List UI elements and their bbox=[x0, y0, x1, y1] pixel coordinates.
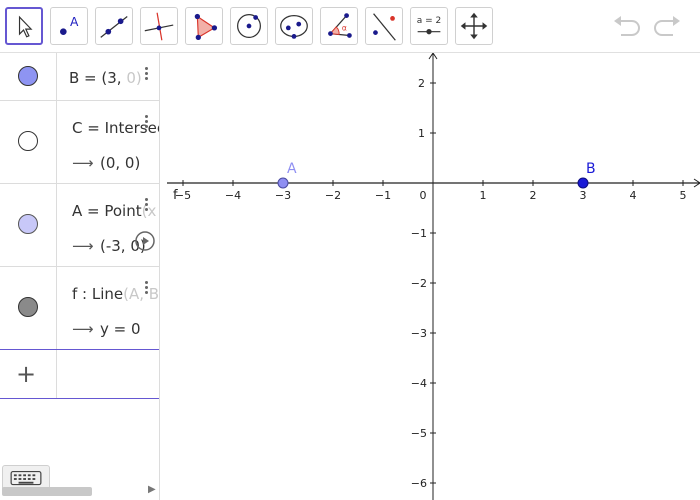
toolbar: A α a = 2 bbox=[0, 0, 700, 53]
redo-button[interactable] bbox=[650, 12, 682, 40]
x-tick-label: −4 bbox=[225, 189, 241, 202]
definition-b-fade: 0) bbox=[126, 69, 142, 87]
redo-icon bbox=[654, 16, 680, 36]
tool-perpendicular[interactable] bbox=[140, 7, 178, 45]
scrollbar-thumb[interactable] bbox=[2, 487, 92, 496]
add-input-icon[interactable]: + bbox=[16, 360, 36, 388]
input-bar[interactable]: + bbox=[0, 349, 159, 399]
definition-f-main: f : Line bbox=[72, 285, 124, 303]
x-tick-label: −3 bbox=[275, 189, 291, 202]
slider-icon: a = 2 bbox=[417, 16, 442, 35]
more-options-icon[interactable] bbox=[142, 196, 150, 213]
tool-circle[interactable] bbox=[230, 7, 268, 45]
output-f-value: y = 0 bbox=[100, 320, 141, 338]
y-tick-label: −1 bbox=[411, 227, 427, 240]
output-c: ⟶ (0, 0) bbox=[72, 154, 140, 172]
algebra-row-a[interactable]: A = Point(x ⟶ (-3, 0) bbox=[0, 184, 159, 267]
slider-tool-label: a = 2 bbox=[417, 16, 442, 26]
output-f: ⟶ y = 0 bbox=[72, 320, 141, 338]
coordinate-plane[interactable]: −5 −4 −3 −2 −1 0 1 2 3 4 5 21−1−2−3−4−5−6 fA B bbox=[167, 53, 700, 500]
x-tick-label: 0 bbox=[420, 189, 427, 202]
algebra-row-b[interactable]: B = (3, 0) bbox=[0, 53, 159, 101]
point-tool-label: A bbox=[70, 15, 79, 29]
horizontal-scrollbar[interactable]: ▶ bbox=[0, 484, 159, 498]
output-arrow-icon: ⟶ bbox=[72, 237, 94, 255]
x-tick-label: 5 bbox=[680, 189, 687, 202]
tool-line[interactable] bbox=[95, 7, 133, 45]
tool-slider[interactable]: a = 2 bbox=[410, 7, 448, 45]
graphics-view[interactable]: −5 −4 −3 −2 −1 0 1 2 3 4 5 2 1 −1 −2 −3 −4 −5 −6 fAB bbox=[167, 53, 700, 500]
point-icon: A bbox=[60, 15, 79, 35]
y-tick-label: 1 bbox=[418, 127, 425, 140]
tool-reflect[interactable] bbox=[365, 7, 403, 45]
x-tick-label: −1 bbox=[375, 189, 391, 202]
visibility-marble-f[interactable] bbox=[18, 297, 38, 317]
more-options-icon[interactable] bbox=[142, 113, 150, 130]
definition-b-main: B = (3, bbox=[69, 69, 127, 87]
move-graphics-view-icon bbox=[460, 12, 488, 40]
visibility-marble-b[interactable] bbox=[18, 66, 38, 86]
cursor-arrow-icon bbox=[18, 15, 33, 38]
x-tick-label: −2 bbox=[325, 189, 341, 202]
perpendicular-line-icon bbox=[144, 12, 174, 41]
polygon-icon bbox=[194, 13, 218, 41]
angle-icon: α bbox=[328, 13, 352, 38]
definition-b[interactable]: B = (3, 0) bbox=[69, 69, 142, 87]
point-a[interactable] bbox=[277, 177, 289, 189]
more-options-icon[interactable] bbox=[142, 279, 150, 296]
line-through-two-points-icon bbox=[100, 16, 128, 38]
tool-move-graphics[interactable] bbox=[455, 7, 493, 45]
undo-icon bbox=[614, 16, 640, 36]
more-options-icon[interactable] bbox=[142, 65, 150, 82]
circle-center-point-icon bbox=[237, 14, 261, 38]
visibility-marble-a[interactable] bbox=[18, 214, 38, 234]
x-tick-label: 2 bbox=[530, 189, 537, 202]
output-arrow-icon: ⟶ bbox=[72, 320, 94, 338]
x-tick-label: 4 bbox=[630, 189, 637, 202]
tool-polygon[interactable] bbox=[185, 7, 223, 45]
y-tick-label: −3 bbox=[411, 327, 427, 340]
line-f-label: f bbox=[173, 188, 178, 203]
y-tick-label: −2 bbox=[411, 277, 427, 290]
y-tick-label: 2 bbox=[418, 77, 425, 90]
point-b-label: B bbox=[586, 161, 596, 177]
tool-point[interactable]: A bbox=[50, 7, 88, 45]
tool-move[interactable] bbox=[5, 7, 43, 45]
y-tick-label: −4 bbox=[411, 377, 427, 390]
y-tick-label: −5 bbox=[411, 427, 427, 440]
y-tick-label: −6 bbox=[411, 477, 427, 490]
definition-a-main: A = Point bbox=[72, 202, 142, 220]
scroll-right-icon[interactable]: ▶ bbox=[148, 484, 156, 495]
algebra-row-f[interactable]: f : Line(A, B ⟶ y = 0 bbox=[0, 267, 159, 349]
ellipse-icon bbox=[280, 14, 308, 39]
visibility-marble-c[interactable] bbox=[18, 131, 38, 151]
angle-tool-label: α bbox=[342, 24, 347, 33]
algebra-view: B = (3, 0) C = Intersec ⟶ (0, 0) A = Poin… bbox=[0, 53, 160, 500]
output-c-value: (0, 0) bbox=[100, 154, 141, 172]
x-tick-label: 3 bbox=[580, 189, 587, 202]
undo-button[interactable] bbox=[612, 12, 644, 40]
play-animation-icon[interactable] bbox=[134, 230, 156, 252]
point-a-label: A bbox=[287, 161, 297, 177]
tool-ellipse[interactable] bbox=[275, 7, 313, 45]
reflect-about-line-icon bbox=[373, 13, 396, 41]
tool-angle[interactable]: α bbox=[320, 7, 358, 45]
output-arrow-icon: ⟶ bbox=[72, 154, 94, 172]
geogebra-app: A α a = 2 B = (3, 0) C = Intersec ⟶ (0, … bbox=[0, 0, 700, 500]
algebra-row-c[interactable]: C = Intersec ⟶ (0, 0) bbox=[0, 101, 159, 184]
x-tick-label: 1 bbox=[480, 189, 487, 202]
point-b[interactable] bbox=[577, 177, 589, 189]
